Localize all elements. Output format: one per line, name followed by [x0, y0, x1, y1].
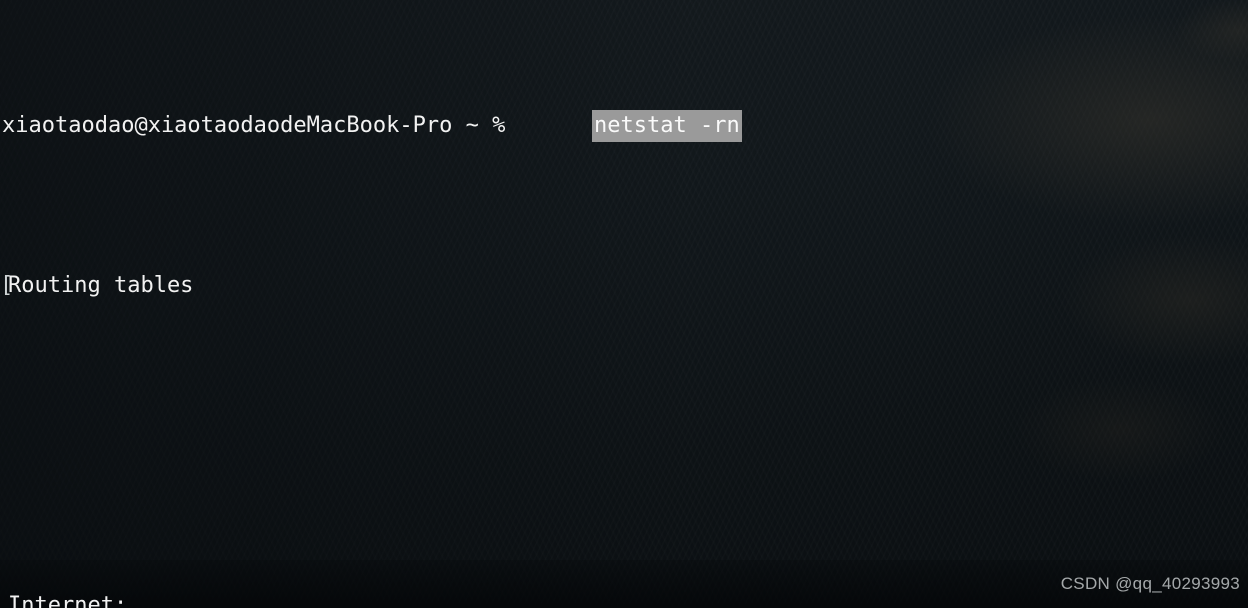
- prompt-user-host: xiaotaodao@xiaotaodaodeMacBook-Pro ~ %: [2, 113, 506, 138]
- terminal-window[interactable]: xiaotaodao@xiaotaodaodeMacBook-Pro ~ % n…: [0, 0, 1248, 608]
- terminal-output[interactable]: xiaotaodao@xiaotaodaodeMacBook-Pro ~ % n…: [0, 0, 1248, 608]
- command-input-selected[interactable]: netstat -rn: [592, 110, 742, 142]
- routing-tables-title: Routing tables: [8, 273, 194, 298]
- watermark: CSDN @qq_40293993: [1060, 574, 1240, 593]
- prompt-line[interactable]: xiaotaodao@xiaotaodaodeMacBook-Pro ~ % n…: [0, 110, 1248, 142]
- routing-tables-line: [ Routing tables: [0, 270, 1248, 302]
- section-label-text: Internet:: [8, 593, 128, 608]
